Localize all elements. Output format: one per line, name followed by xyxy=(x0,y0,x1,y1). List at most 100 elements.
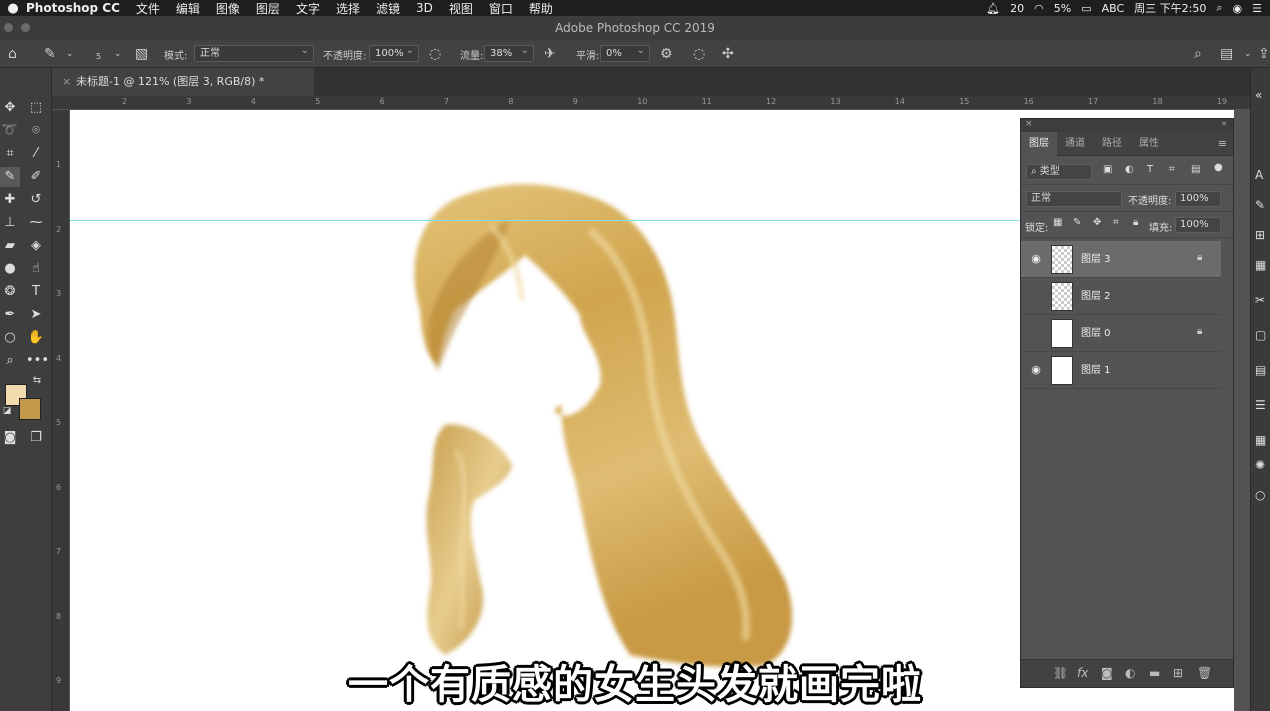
menu-image[interactable]: 图像 xyxy=(216,0,240,17)
quick-select-tool-icon[interactable]: ⌾ xyxy=(26,121,46,141)
close-window-button[interactable] xyxy=(4,23,13,32)
tab-properties[interactable]: 属性 xyxy=(1131,132,1167,156)
opacity-input[interactable]: 100% xyxy=(369,43,419,62)
grid-panel-icon[interactable]: ▦ xyxy=(1255,433,1266,447)
brush-tool-icon[interactable]: ✎ xyxy=(0,167,20,187)
menu-select[interactable]: 选择 xyxy=(336,0,360,17)
menu-filter[interactable]: 滤镜 xyxy=(376,0,400,17)
libraries-panel-icon[interactable]: ▢ xyxy=(1255,328,1266,342)
visibility-toggle-empty[interactable] xyxy=(1029,326,1043,340)
share-icon[interactable]: ⇪ xyxy=(1258,40,1270,68)
filter-adjustment-icon[interactable]: ◐ xyxy=(1125,164,1134,175)
type-tool-icon[interactable]: T xyxy=(26,282,46,302)
airbrush-icon[interactable]: ✈ xyxy=(544,40,556,68)
notification-icon[interactable]: 🔔︎ xyxy=(986,2,1000,15)
lock-all-icon[interactable]: 🔒︎ xyxy=(1133,217,1138,228)
adjustments-panel-icon[interactable]: ▤ xyxy=(1255,363,1266,377)
ellipse-tool-icon[interactable]: ○ xyxy=(0,328,20,348)
circle-panel-icon[interactable]: ○ xyxy=(1255,488,1265,502)
search-icon[interactable]: ⌕ xyxy=(1216,1,1222,15)
brush-panel-icon[interactable]: ✎ xyxy=(1255,198,1265,212)
panel-menu-icon[interactable]: ≡ xyxy=(1218,137,1227,150)
default-colors-icon[interactable]: ◪ xyxy=(0,404,14,418)
screen-mode-icon[interactable]: ❐ xyxy=(26,428,46,448)
menu-edit[interactable]: 编辑 xyxy=(176,0,200,17)
eye-icon[interactable]: ◉ xyxy=(1029,363,1043,377)
tab-paths[interactable]: 路径 xyxy=(1094,132,1130,156)
search-icon[interactable]: ⌕ xyxy=(1194,40,1202,68)
blend-mode-select[interactable]: 正常 xyxy=(1026,191,1122,207)
lock-transparency-icon[interactable]: ▦ xyxy=(1053,217,1062,228)
sun-panel-icon[interactable]: ✺ xyxy=(1255,458,1265,472)
settings-panel-icon[interactable]: ☰ xyxy=(1255,398,1266,412)
pressure-opacity-icon[interactable]: ◌ xyxy=(429,40,441,68)
control-center-icon[interactable]: ☰ xyxy=(1252,2,1262,15)
type-panel-icon[interactable]: A xyxy=(1255,168,1263,182)
path-select-tool-icon[interactable]: ➤ xyxy=(26,305,46,325)
smudge-tool-icon[interactable]: ☝ xyxy=(26,259,46,279)
close-panel-icon[interactable]: × xyxy=(1025,119,1033,129)
move-tool-icon[interactable]: ✥ xyxy=(0,98,20,118)
mixer-brush-tool-icon[interactable]: ⁓ xyxy=(26,213,46,233)
brush-icon[interactable]: ✎ xyxy=(44,40,56,68)
gear-icon[interactable]: ⚙ xyxy=(660,40,673,68)
hand-tool-icon[interactable]: ✋ xyxy=(26,328,46,348)
menu-help[interactable]: 帮助 xyxy=(529,0,553,17)
smoothing-input[interactable]: 0% xyxy=(600,43,650,62)
siri-icon[interactable]: ◉ xyxy=(1233,2,1243,15)
stamp-tool-icon[interactable]: ⊥ xyxy=(0,213,20,233)
lasso-tool-icon[interactable]: ➰ xyxy=(0,121,20,141)
filter-shape-icon[interactable]: ⌗ xyxy=(1169,164,1175,175)
tab-channels[interactable]: 通道 xyxy=(1057,132,1093,156)
menu-type[interactable]: 文字 xyxy=(296,0,320,17)
marquee-tool-icon[interactable]: ⬚ xyxy=(26,98,46,118)
brush-settings-icon[interactable]: ▧ xyxy=(135,40,148,68)
blur-tool-icon[interactable]: ● xyxy=(0,259,20,279)
filter-smartobject-icon[interactable]: ▤ xyxy=(1191,164,1200,175)
menu-view[interactable]: 视图 xyxy=(449,0,473,17)
quick-mask-icon[interactable]: ◙ xyxy=(0,428,20,448)
more-tools-icon[interactable]: ••• xyxy=(26,351,49,371)
input-method[interactable]: ABC xyxy=(1102,2,1125,15)
filter-toggle-icon[interactable]: ● xyxy=(1214,162,1223,173)
minimize-window-button[interactable] xyxy=(21,23,30,32)
pen-tool-icon[interactable]: ✒ xyxy=(0,305,20,325)
menu-file[interactable]: 文件 xyxy=(136,0,160,17)
filter-type-icon[interactable]: T xyxy=(1147,164,1153,175)
eraser-tool-icon[interactable]: ▰ xyxy=(0,236,20,256)
brush-size[interactable]: 5 xyxy=(96,42,101,70)
symmetry-icon[interactable]: ✣ xyxy=(722,40,734,68)
lock-position-icon[interactable]: ✥ xyxy=(1093,217,1101,228)
menu-layer[interactable]: 图层 xyxy=(256,0,280,17)
workspace-chevron-icon[interactable]: ⌄ xyxy=(1244,40,1252,68)
menu-window[interactable]: 窗口 xyxy=(489,0,513,17)
chevron-down-icon[interactable]: ⌄ xyxy=(66,40,74,68)
properties-panel-icon[interactable]: ⊞ xyxy=(1255,228,1265,242)
filter-pixel-icon[interactable]: ▣ xyxy=(1103,164,1112,175)
wifi-icon[interactable]: ◠ xyxy=(1034,2,1044,15)
filter-type-select[interactable]: ⌕ 类型 xyxy=(1026,164,1092,180)
crop-tool-icon[interactable]: ⌗ xyxy=(0,144,20,164)
swatches-panel-icon[interactable]: ▦ xyxy=(1255,258,1266,272)
layer-row-3[interactable]: ◉ 图层 3 🔒︎ xyxy=(1021,241,1221,278)
brush-preset-chevron-icon[interactable]: ⌄ xyxy=(114,40,122,68)
close-icon[interactable]: × xyxy=(62,68,71,96)
clock[interactable]: 周三 下午2:50 xyxy=(1134,0,1206,16)
sponge-tool-icon[interactable]: ❂ xyxy=(0,282,20,302)
mode-select[interactable]: 正常 xyxy=(194,43,314,62)
battery-icon[interactable]: ▭ xyxy=(1081,2,1091,15)
tools-panel-icon[interactable]: ✂ xyxy=(1255,293,1265,307)
lock-paint-icon[interactable]: ✎ xyxy=(1073,217,1081,228)
apple-icon[interactable]: ● xyxy=(0,1,26,16)
swap-colors-icon[interactable]: ⇆ xyxy=(30,374,44,388)
layer-row-1[interactable]: ◉ 图层 1 xyxy=(1021,352,1221,389)
zoom-tool-icon[interactable]: ⌕ xyxy=(0,351,20,371)
layer-row-0[interactable]: 图层 0 🔒︎ xyxy=(1021,315,1221,352)
pressure-size-icon[interactable]: ◌ xyxy=(693,40,705,68)
history-brush-tool-icon[interactable]: ↺ xyxy=(26,190,46,210)
collapse-dock-icon[interactable]: « xyxy=(1255,88,1262,102)
document-tab[interactable]: × 未标题-1 @ 121% (图层 3, RGB/8) * xyxy=(52,68,314,96)
home-icon[interactable]: ⌂ xyxy=(8,40,17,68)
horizontal-guide[interactable] xyxy=(70,220,1020,221)
flow-input[interactable]: 38% xyxy=(484,43,534,62)
